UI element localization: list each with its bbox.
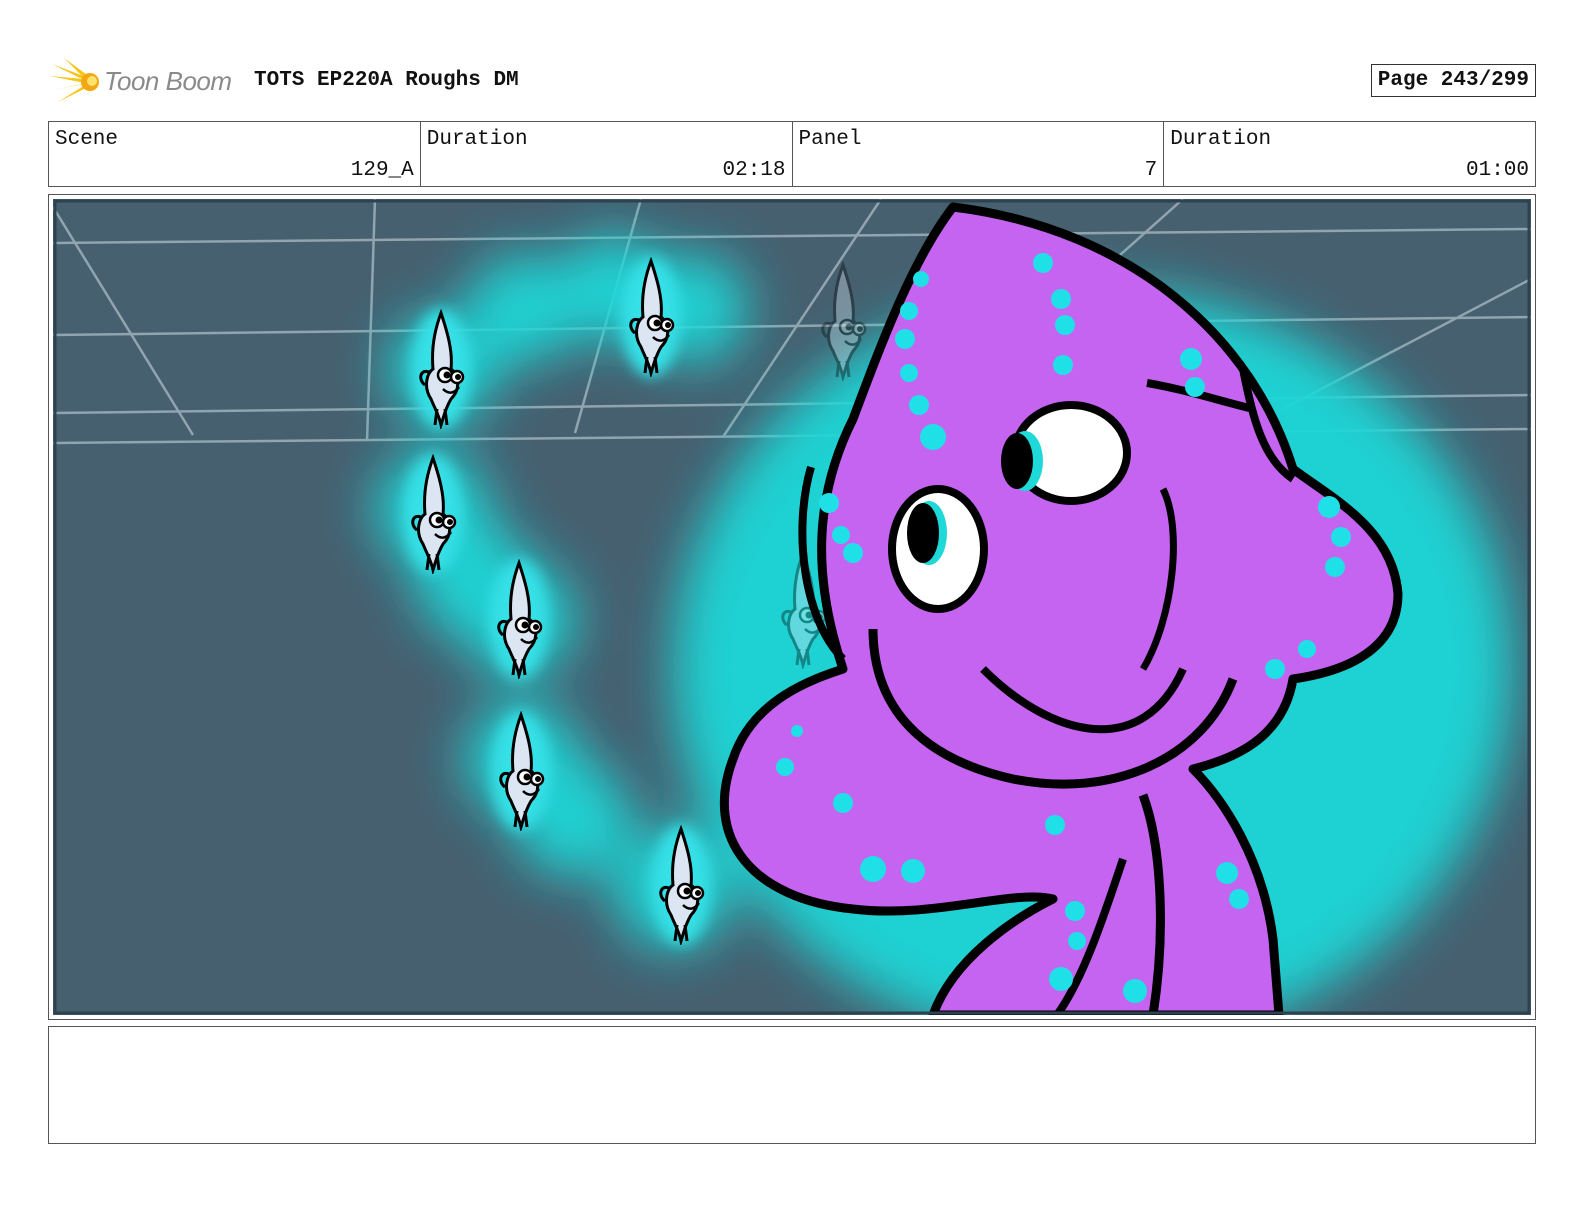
storyboard-header: Toon Boom TOTS EP220A Roughs DM Page 243… xyxy=(50,58,1536,108)
scene-value: 129_A xyxy=(350,159,414,182)
storyboard-panel-frame xyxy=(48,194,1536,1020)
scene-duration-cell: Duration 02:18 xyxy=(421,122,793,186)
panel-duration-cell: Duration 01:00 xyxy=(1164,122,1535,186)
panel-cell: Panel 7 xyxy=(793,122,1165,186)
scene-cell: Scene 129_A xyxy=(49,122,421,186)
document-title: TOTS EP220A Roughs DM xyxy=(254,69,519,92)
scene-duration-value: 02:18 xyxy=(722,159,786,182)
storyboard-panel-image xyxy=(53,199,1531,1015)
panel-label: Panel xyxy=(798,128,862,151)
panel-notes-box xyxy=(48,1026,1536,1144)
logo-text: Toon Boom xyxy=(104,66,232,96)
panel-duration-label: Duration xyxy=(1170,128,1272,151)
panel-duration-value: 01:00 xyxy=(1465,159,1529,182)
page-number: Page 243/299 xyxy=(1370,64,1536,97)
scene-label: Scene xyxy=(55,128,119,151)
panel-drawing xyxy=(53,199,1531,1015)
panel-value: 7 xyxy=(1144,159,1158,182)
scene-duration-label: Duration xyxy=(426,128,528,151)
panel-info-table: Scene 129_A Duration 02:18 Panel 7 Durat… xyxy=(48,121,1536,187)
starburst-icon xyxy=(50,58,99,102)
toon-boom-logo: Toon Boom xyxy=(50,58,240,108)
